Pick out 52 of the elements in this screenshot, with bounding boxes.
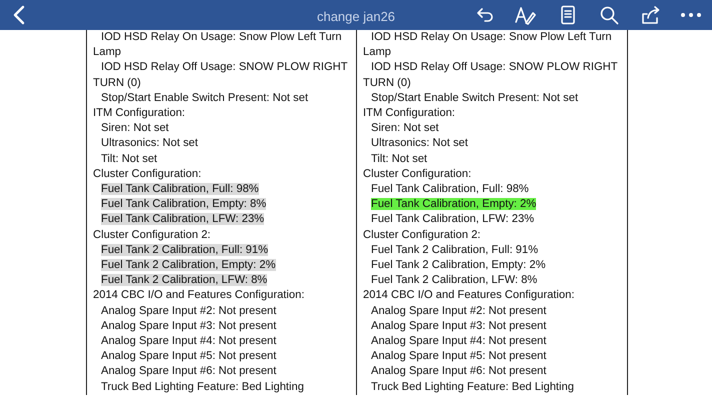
setting-text: Analog Spare Input #2: Not present (101, 304, 276, 317)
setting-text: IOD HSD Relay Off Usage: SNOW PLOW RIGHT TURN (0) (363, 61, 618, 89)
setting-text: Analog Spare Input #5: Not present (371, 350, 546, 362)
setting-text: Tilt: Not set (371, 152, 428, 165)
setting-text: Ultrasonics: Not set (371, 137, 468, 150)
setting-text: Stop/Start Enable Switch Present: Not set (371, 92, 578, 104)
setting-text: Stop/Start Enable Switch Present: Not set (101, 92, 308, 104)
setting-text: Analog Spare Input #3: Not present (101, 320, 276, 332)
search-button[interactable] (599, 5, 619, 25)
setting-text: IOD HSD Relay On Usage: Snow Plow Left Turn Lamp (93, 31, 342, 58)
setting-text: Analog Spare Input #6: Not present (101, 365, 276, 378)
highlighted-text: Fuel Tank Calibration, Empty: 8% (101, 198, 266, 210)
section-heading: ITM Configuration: (363, 107, 456, 120)
section-heading: Cluster Configuration: (363, 168, 472, 180)
back-button[interactable] (12, 5, 26, 25)
undo-button[interactable] (475, 5, 495, 25)
section-heading: ITM Configuration: (93, 107, 186, 120)
highlighted-text: Fuel Tank Calibration, LFW: 23% (101, 213, 264, 226)
section-heading: Cluster Configuration: (93, 168, 202, 180)
section-heading: Cluster Configuration 2: (93, 228, 211, 241)
setting-text: Tilt: Not set (101, 152, 158, 165)
edit-text-button[interactable] (514, 5, 536, 25)
setting-text: Analog Spare Input #4: Not present (101, 335, 276, 348)
setting-text: Analog Spare Input #3: Not present (371, 320, 546, 332)
section-heading: 2014 CBC I/O and Features Configuration: (363, 289, 574, 302)
more-icon (681, 13, 701, 17)
setting-text: Analog Spare Input #4: Not present (371, 335, 546, 348)
setting-text: Fuel Tank Calibration, LFW: 23% (371, 213, 534, 226)
setting-text: Truck Bed Lighting Feature: Bed Lighting (101, 380, 304, 393)
setting-text: Siren: Not set (101, 122, 169, 134)
setting-text: Fuel Tank Calibration, Full: 98% (371, 183, 529, 196)
highlighted-text: Fuel Tank 2 Calibration, Full: 91% (101, 244, 268, 256)
document-title: change jan26 (316, 8, 396, 26)
setting-text: Analog Spare Input #6: Not present (371, 365, 546, 378)
highlighted-text: Fuel Tank 2 Calibration, LFW: 8% (101, 274, 268, 286)
section-heading: Cluster Configuration 2: (363, 228, 481, 241)
setting-text: IOD HSD Relay Off Usage: SNOW PLOW RIGHT TURN (0) (93, 61, 348, 89)
share-button[interactable] (640, 5, 662, 25)
section-heading: 2014 CBC I/O and Features Configuration: (93, 289, 304, 302)
setting-text: Fuel Tank 2 Calibration, LFW: 8% (371, 274, 538, 286)
setting-text: IOD HSD Relay On Usage: Snow Plow Left Turn Lamp (363, 31, 612, 58)
setting-text: Ultrasonics: Not set (101, 137, 198, 150)
setting-text: Analog Spare Input #2: Not present (371, 304, 546, 317)
highlighted-text: Fuel Tank 2 Calibration, Empty: 2% (101, 259, 276, 272)
highlighted-text: Fuel Tank Calibration, Full: 98% (101, 183, 259, 196)
setting-text: Analog Spare Input #5: Not present (101, 350, 276, 362)
highlighted-text: Fuel Tank Calibration, Empty: 2% (371, 198, 536, 210)
setting-text: Fuel Tank 2 Calibration, Empty: 2% (371, 259, 546, 272)
setting-text: Truck Bed Lighting Feature: Bed Lighting (371, 380, 574, 393)
setting-text: Fuel Tank 2 Calibration, Full: 91% (371, 244, 538, 256)
setting-text: Siren: Not set (371, 122, 439, 134)
reading-view-button[interactable] (560, 5, 576, 25)
